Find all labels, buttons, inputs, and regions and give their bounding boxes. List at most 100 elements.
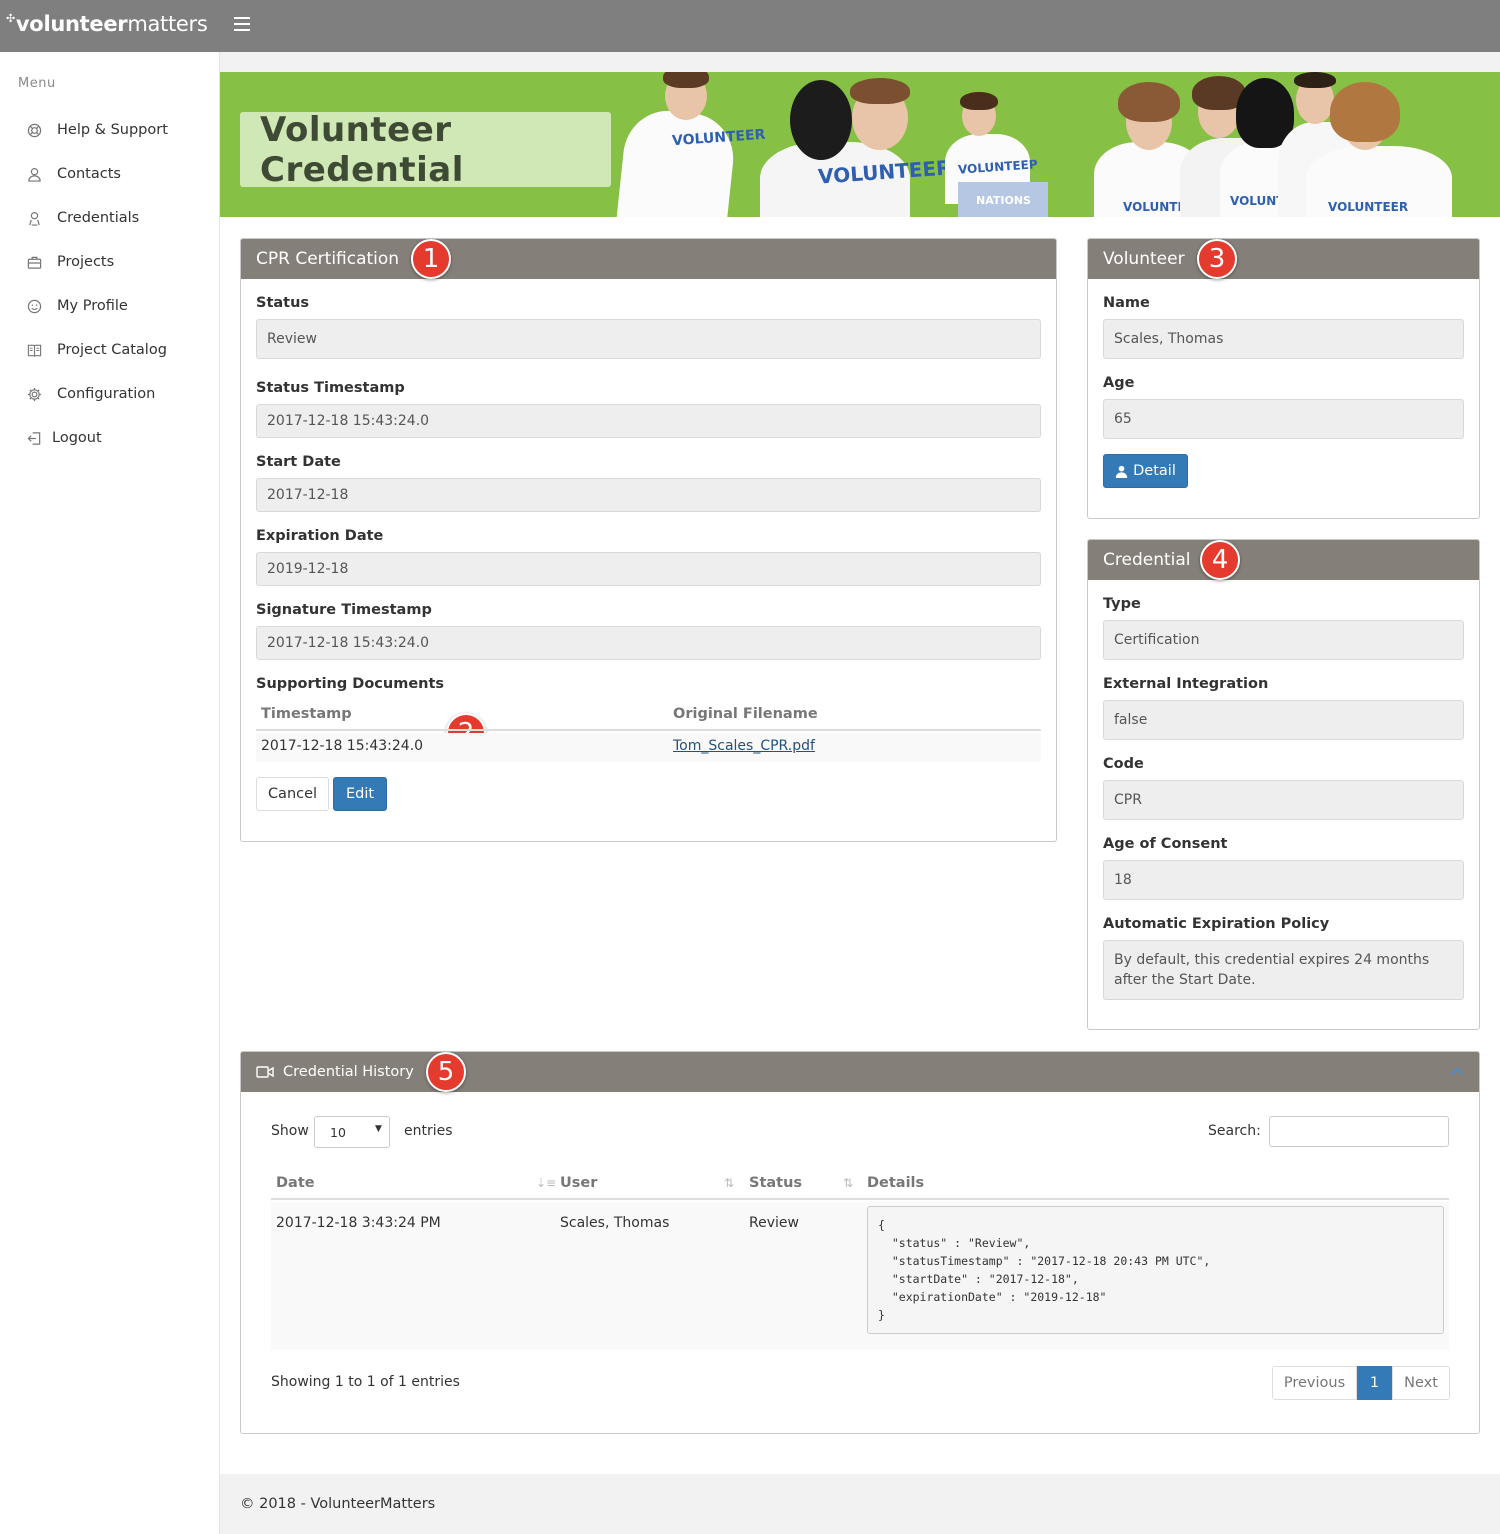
sidebar-item-credentials[interactable]: Credentials [0, 196, 219, 240]
page-banner: Volunteer Credential VOLUNTEER VOLUNTEER… [220, 72, 1500, 217]
external-integration-field[interactable]: false [1103, 700, 1464, 740]
age-of-consent-field[interactable]: 18 [1103, 860, 1464, 900]
credential-panel-heading: Credential 4 [1088, 540, 1479, 580]
col-original-filename[interactable]: Original Filename [673, 706, 818, 722]
sort-icon[interactable]: ⇅ [724, 1176, 734, 1190]
expiration-date-field[interactable]: 2019-12-18 [256, 552, 1041, 586]
history-details-json: { "status" : "Review", "statusTimestamp"… [867, 1206, 1444, 1334]
briefcase-icon [26, 254, 42, 270]
smiley-icon [26, 298, 42, 314]
app-logo[interactable]: ✣volunteermatters [6, 12, 208, 36]
sidebar-item-label: Help & Support [57, 122, 168, 138]
supporting-documents-label: Supporting Documents [256, 676, 445, 692]
col-user[interactable]: User [560, 1175, 597, 1191]
sidebar-item-contacts[interactable]: Contacts [0, 152, 219, 196]
field-label: Signature Timestamp [256, 602, 432, 618]
start-date-field[interactable]: 2017-12-18 [256, 478, 1041, 512]
col-timestamp[interactable]: Timestamp [261, 706, 352, 722]
field-label: Age of Consent [1103, 836, 1228, 852]
sidebar-item-project-catalog[interactable]: Project Catalog [0, 328, 219, 372]
detail-button[interactable]: Detail [1103, 454, 1188, 488]
table-row: 2017-12-18 3:43:24 PM Scales, Thomas Rev… [271, 1202, 1449, 1350]
name-label: Name [1103, 295, 1150, 311]
history-status: Review [749, 1215, 799, 1231]
credentials-icon [26, 210, 42, 226]
expiration-policy-field[interactable]: By default, this credential expires 24 m… [1103, 940, 1464, 1000]
callout-badge: 5 [426, 1052, 466, 1092]
sidebar-menu-title: Menu [18, 76, 56, 91]
table-row: 2017-12-18 15:43:24.0 Tom_Scales_CPR.pdf [256, 733, 1041, 762]
sidebar-item-label: Logout [52, 430, 102, 446]
table-info: Showing 1 to 1 of 1 entries [271, 1374, 460, 1390]
video-camera-icon [256, 1066, 274, 1078]
previous-button[interactable]: Previous [1272, 1366, 1357, 1400]
sort-icon[interactable]: ⇅ [843, 1176, 853, 1190]
page-title: Volunteer Credential [260, 109, 464, 190]
catalog-icon [26, 342, 42, 358]
callout-badge: 1 [411, 239, 451, 279]
edit-button[interactable]: Edit [333, 777, 387, 811]
sidebar: Menu Help & Support Contacts Credentials… [0, 52, 220, 1534]
copyright-text: © 2018 - VolunteerMatters [240, 1496, 436, 1512]
field-label: Expiration Date [256, 528, 384, 544]
gear-icon [26, 386, 42, 402]
sidebar-nav: Help & Support Contacts Credentials Proj… [0, 108, 219, 460]
sidebar-item-help-support[interactable]: Help & Support [0, 108, 219, 152]
entries-select[interactable]: 10 ▼ [314, 1116, 390, 1148]
chevron-up-icon[interactable] [1450, 1066, 1464, 1076]
field-label: Start Date [256, 454, 341, 470]
code-field[interactable]: CPR [1103, 780, 1464, 820]
help-icon [26, 122, 42, 138]
age-label: Age [1103, 375, 1135, 391]
sidebar-item-logout[interactable]: Logout [0, 416, 219, 460]
status-field[interactable]: Review [256, 319, 1041, 359]
type-field[interactable]: Certification [1103, 620, 1464, 660]
doc-filename-link[interactable]: Tom_Scales_CPR.pdf [673, 738, 815, 754]
contacts-icon [26, 166, 42, 182]
callout-badge: 4 [1200, 540, 1240, 580]
history-panel-title: Credential History [283, 1064, 414, 1080]
top-bar: ✣volunteermatters [0, 0, 1500, 52]
col-date[interactable]: Date [276, 1175, 315, 1191]
sidebar-item-projects[interactable]: Projects [0, 240, 219, 284]
detail-button-label: Detail [1133, 463, 1176, 479]
logout-icon [26, 430, 42, 446]
sidebar-item-label: Project Catalog [57, 342, 167, 358]
volunteer-panel: Volunteer 3 Name Scales, Thomas Age 65 D… [1087, 238, 1480, 519]
doc-timestamp: 2017-12-18 15:43:24.0 [261, 738, 424, 754]
volunteer-panel-title: Volunteer [1103, 249, 1185, 269]
cancel-button[interactable]: Cancel [256, 777, 329, 811]
status-timestamp-field[interactable]: 2017-12-18 15:43:24.0 [256, 404, 1041, 438]
docs-table-header: Timestamp Original Filename [256, 701, 1041, 731]
field-label: Status [256, 295, 310, 311]
col-details: Details [867, 1175, 925, 1191]
caret-down-icon: ▼ [375, 1124, 382, 1134]
age-field[interactable]: 65 [1103, 399, 1464, 439]
sidebar-item-label: Contacts [57, 166, 121, 182]
logo-bold-text: volunteer [15, 12, 128, 36]
cert-panel: CPR Certification 1 Status Review Status… [240, 238, 1057, 842]
next-button[interactable]: Next [1392, 1366, 1450, 1400]
page-1-button[interactable]: 1 [1357, 1366, 1392, 1400]
field-label: Type [1103, 596, 1141, 612]
search-label: Search: [1208, 1123, 1261, 1139]
history-panel: Credential History 5 Show 10 ▼ entries S… [240, 1051, 1480, 1434]
entries-label: entries [404, 1123, 453, 1139]
cert-panel-title: CPR Certification [256, 249, 400, 269]
sidebar-item-label: Credentials [57, 210, 140, 226]
top-spacer [220, 52, 1500, 72]
sort-desc-icon[interactable]: ⇣≡ [536, 1176, 556, 1190]
history-date: 2017-12-18 3:43:24 PM [276, 1215, 441, 1231]
hamburger-menu-icon[interactable] [234, 13, 250, 35]
search-input[interactable] [1269, 1116, 1449, 1147]
field-label: External Integration [1103, 676, 1269, 692]
user-icon [1115, 465, 1128, 478]
sidebar-item-my-profile[interactable]: My Profile [0, 284, 219, 328]
name-field[interactable]: Scales, Thomas [1103, 319, 1464, 359]
entries-select-value: 10 [330, 1125, 346, 1140]
signature-timestamp-field[interactable]: 2017-12-18 15:43:24.0 [256, 626, 1041, 660]
col-status[interactable]: Status [749, 1175, 802, 1191]
history-table-header: Date ⇣≡ User ⇅ Status ⇅ Details [271, 1170, 1449, 1200]
sidebar-item-configuration[interactable]: Configuration [0, 372, 219, 416]
policy-label: Automatic Expiration Policy [1103, 916, 1330, 932]
